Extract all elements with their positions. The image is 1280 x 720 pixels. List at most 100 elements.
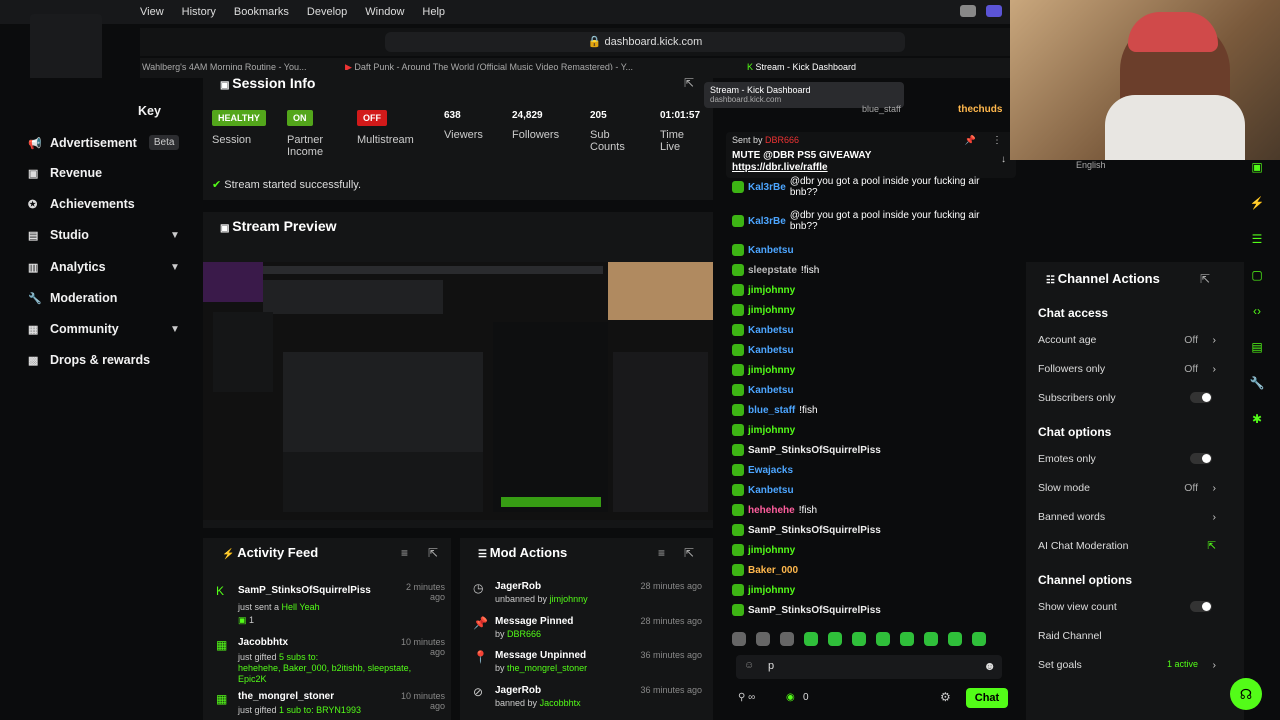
chat-username[interactable]: jimjohnny [748,585,795,596]
sidebar-item-achievements[interactable]: ✪ Achievements [28,197,135,211]
wrench-icon[interactable]: 🔧 [1248,376,1266,392]
activity-user[interactable]: the_mongrel_stoner [238,691,334,702]
code-icon[interactable]: ‹› [1248,304,1266,320]
mod-target[interactable]: Message Unpinned [495,650,586,661]
emote-icon[interactable] [732,632,746,646]
emote-picker-icon[interactable]: ☺ [744,660,754,671]
emote-icon[interactable] [756,632,770,646]
setting-row[interactable]: Emotes only [1038,453,1218,465]
activity-user[interactable]: SamP_StinksOfSquirrelPiss [238,585,371,596]
chat-username[interactable]: Kal3rBe [748,182,786,193]
chat-username[interactable]: jimjohnny [748,545,795,556]
screen-icon[interactable] [986,5,1002,17]
chat-username[interactable]: Kanbetsu [748,385,794,396]
sidebar-item-revenue[interactable]: ▣ Revenue [28,166,102,180]
chevron-right-icon[interactable]: › [1213,659,1217,671]
sidebar-item-analytics[interactable]: ▥ Analytics [28,260,106,274]
infinity-icon[interactable]: ⚲ ∞ [738,692,755,703]
stream-preview-video[interactable] [203,262,713,520]
chat-input[interactable]: ☺ p ☻ [736,655,1002,679]
chat-user[interactable]: thechuds [958,104,1002,115]
toggle-switch[interactable] [1190,392,1212,403]
address-bar[interactable]: 🔒 dashboard.kick.com [385,32,905,52]
chat-username[interactable]: jimjohnny [748,425,795,436]
popout-icon[interactable]: ⇱ [428,546,438,560]
emote-icon[interactable] [972,632,986,646]
chevron-right-icon[interactable]: › [1213,482,1217,494]
sidebar-item-moderation[interactable]: 🔧 Moderation [28,291,117,305]
emote-icon[interactable] [804,632,818,646]
menu-help[interactable]: Help [422,6,445,18]
chevron-right-icon[interactable]: › [1213,363,1217,375]
emote-icon[interactable] [948,632,962,646]
grid-icon[interactable]: ▤ [1248,340,1266,356]
mod-target[interactable]: JagerRob [495,581,541,592]
chat-username[interactable]: Kanbetsu [748,245,794,256]
chevron-down-icon[interactable]: ▼ [170,262,180,273]
emote-icon[interactable] [924,632,938,646]
toggle-switch[interactable] [1190,601,1212,612]
activity-user[interactable]: Jacobbhtx [238,637,288,648]
tab-kick-dashboard[interactable]: K Stream - Kick Dashboard [747,62,856,72]
support-button[interactable]: ☊ [1230,678,1262,710]
setting-row[interactable]: Followers only Off › [1038,363,1218,375]
setting-row[interactable]: AI Chat Moderation ⇱ [1038,540,1218,552]
setting-row[interactable]: Set goals 1 active › [1038,659,1218,671]
chevron-right-icon[interactable]: › [1213,511,1217,523]
filter-icon[interactable]: ≡ [658,546,665,560]
smiley-icon[interactable]: ☻ [983,659,996,673]
setting-row[interactable]: Banned words › [1038,511,1218,523]
popout-icon[interactable]: ⇱ [1200,272,1210,286]
filter-icon[interactable]: ≡ [401,546,408,560]
control-center-icon[interactable] [960,5,976,17]
chat-username[interactable]: Kanbetsu [748,325,794,336]
setting-row[interactable]: Subscribers only [1038,392,1218,404]
sidebar-item-studio[interactable]: ▤ Studio [28,228,89,242]
popout-icon[interactable]: ⇱ [684,546,694,560]
chat-send-button[interactable]: Chat [966,688,1008,708]
setting-row[interactable]: Slow mode Off › [1038,482,1218,494]
chevron-down-icon[interactable]: ▼ [170,324,180,335]
chat-username[interactable]: blue_staff [748,405,795,416]
menu-window[interactable]: Window [365,6,404,18]
emote-icon[interactable] [900,632,914,646]
menu-bookmarks[interactable]: Bookmarks [234,6,289,18]
chat-username[interactable]: SamP_StinksOfSquirrelPiss [748,605,881,616]
chat-username[interactable]: sleepstate [748,265,797,276]
menu-develop[interactable]: Develop [307,6,347,18]
calendar-icon[interactable]: ▣ [1248,160,1266,176]
emote-icon[interactable] [828,632,842,646]
chat-username[interactable]: jimjohnny [748,285,795,296]
pin-icon[interactable]: 📌 [965,135,976,146]
emote-icon[interactable] [876,632,890,646]
chevron-right-icon[interactable]: › [1213,334,1217,346]
chevron-down-icon[interactable]: ↓ [1001,154,1006,165]
sidebar-item-advertisement[interactable]: 📢 Advertisement Beta [28,135,180,150]
chat-username[interactable]: hehehehe [748,505,795,516]
sidebar-key[interactable]: Key [138,104,161,118]
chat-username[interactable]: jimjohnny [748,365,795,376]
mod-target[interactable]: JagerRob [495,685,541,696]
mod-target[interactable]: Message Pinned [495,616,573,627]
sidebar-item-community[interactable]: ▦ Community [28,322,119,336]
setting-row[interactable]: Raid Channel [1038,630,1218,642]
settings-icon[interactable]: ✱ [1248,412,1266,428]
setting-row[interactable]: Account age Off › [1038,334,1218,346]
chat-username[interactable]: Kal3rBe [748,216,786,227]
chat-icon[interactable]: ▢ [1248,268,1266,284]
expand-icon[interactable]: ⇱ [684,76,694,90]
chat-username[interactable]: Ewajacks [748,465,793,476]
external-link-icon[interactable]: ⇱ [1207,540,1216,552]
chat-username[interactable]: Baker_000 [748,565,798,576]
chat-username[interactable]: jimjohnny [748,305,795,316]
sidebar-item-drops[interactable]: ▩ Drops & rewards [28,353,150,367]
more-icon[interactable]: ⋮ [992,135,1002,146]
setting-row[interactable]: Show view count [1038,601,1218,613]
menu-history[interactable]: History [182,6,216,18]
chat-user[interactable]: blue_staff [862,104,901,114]
gear-icon[interactable]: ⚙ [940,690,951,704]
emote-icon[interactable] [780,632,794,646]
chat-username[interactable]: Kanbetsu [748,485,794,496]
bolt-icon[interactable]: ⚡ [1248,196,1266,212]
chat-username[interactable]: SamP_StinksOfSquirrelPiss [748,525,881,536]
